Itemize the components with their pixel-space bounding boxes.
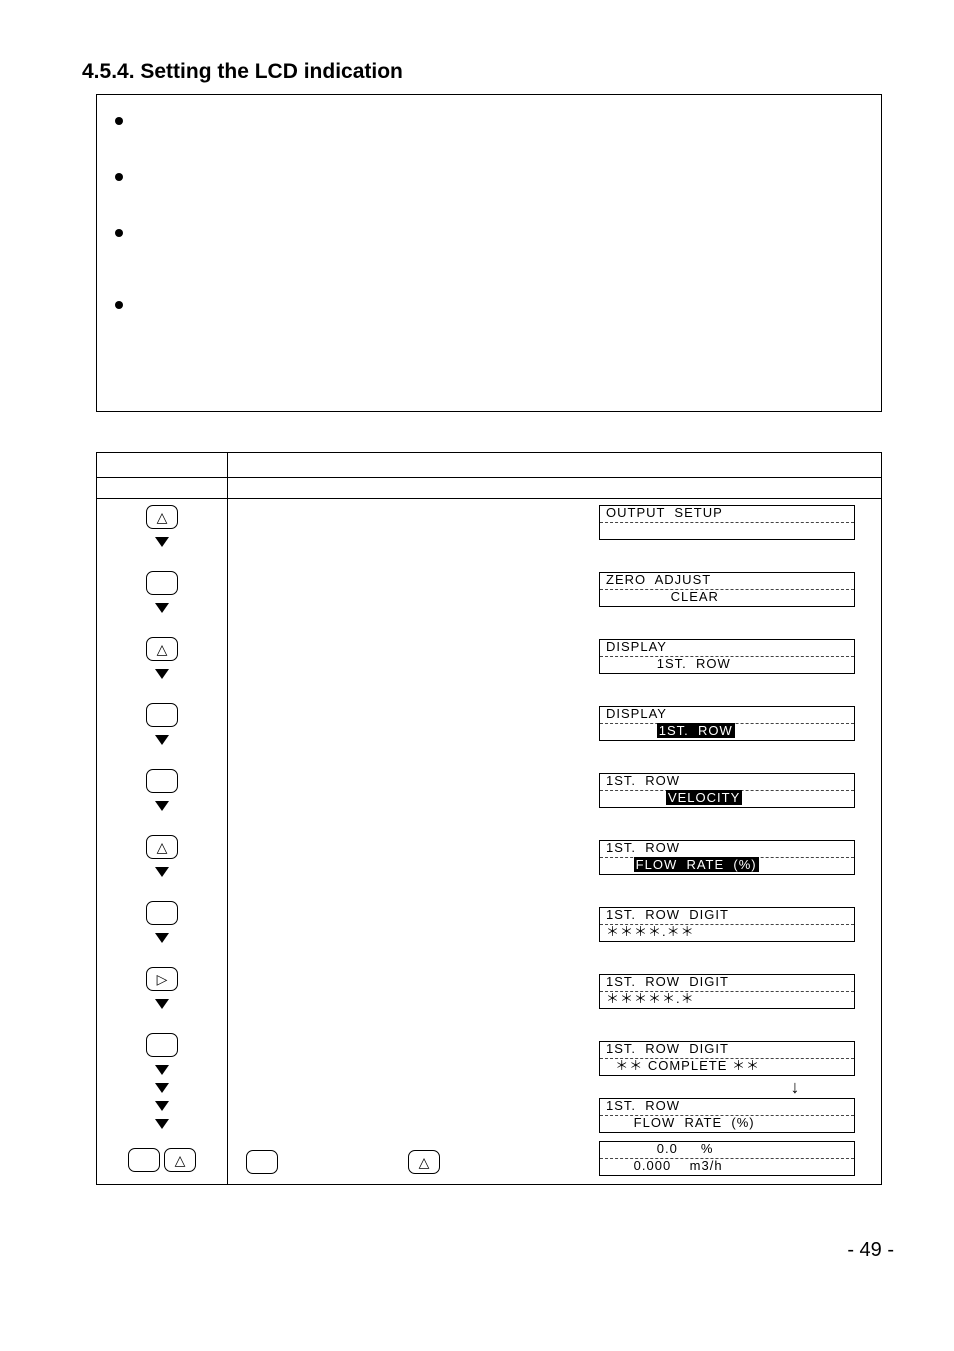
lcd-screen: 1ST. ROW FLOW RATE (%)	[599, 840, 855, 875]
enter-button[interactable]	[146, 1033, 178, 1057]
lcd-line-2: ＊＊＊＊.＊＊	[600, 925, 854, 941]
down-arrow-icon: ↓	[709, 1078, 881, 1096]
lcd-column: OUTPUT SETUP ZERO ADJUST CLEAR DISPLAY 1…	[599, 499, 881, 1184]
triangle-right-icon: ▷	[157, 971, 168, 988]
bullet	[115, 229, 123, 237]
lcd-line-1: 1ST. ROW	[600, 1099, 854, 1116]
lcd-line-2: FLOW RATE (%)	[600, 858, 854, 874]
triangle-up-icon: △	[419, 1154, 430, 1171]
lcd-screen: 1ST. ROW FLOW RATE (%)	[599, 1098, 855, 1133]
lcd-line-1: ZERO ADJUST	[600, 573, 854, 590]
lcd-screen: 1ST. ROW VELOCITY	[599, 773, 855, 808]
flow-arrow-icon	[155, 1101, 169, 1111]
lcd-line-2: CLEAR	[600, 590, 854, 606]
page-number: - 49 -	[82, 1239, 896, 1262]
lcd-screen: DISPLAY 1ST. ROW	[599, 639, 855, 674]
triangle-up-icon: △	[157, 641, 168, 658]
triangle-up-icon: △	[175, 1152, 186, 1169]
lcd-line-1: 1ST. ROW DIGIT	[600, 908, 854, 925]
triangle-up-icon: △	[157, 509, 168, 526]
lcd-line-1: 1ST. ROW DIGIT	[600, 1042, 854, 1059]
lcd-screen: 1ST. ROW DIGIT ＊＊＊＊.＊＊	[599, 907, 855, 942]
enter-button[interactable]	[146, 901, 178, 925]
lcd-line-1: 1ST. ROW	[600, 841, 854, 858]
flow-arrow-icon	[155, 735, 169, 745]
lcd-line-1: 0.0 %	[600, 1142, 854, 1159]
lcd-screen: DISPLAY 1ST. ROW	[599, 706, 855, 741]
lcd-line-2	[600, 523, 854, 539]
lcd-line-2: 1ST. ROW	[600, 724, 854, 740]
enter-button[interactable]	[146, 769, 178, 793]
lcd-screen: 1ST. ROW DIGIT ＊＊＊＊＊.＊	[599, 974, 855, 1009]
lcd-line-1: OUTPUT SETUP	[600, 506, 854, 523]
lcd-line-2: ＊＊ COMPLETE ＊＊	[600, 1059, 854, 1075]
flow-arrow-icon	[155, 603, 169, 613]
lcd-line-2: 0.000 m3/h	[600, 1159, 854, 1175]
key-column: △ △ △ ▷ △	[97, 499, 228, 1184]
flow-arrow-icon	[155, 867, 169, 877]
lcd-screen: 1ST. ROW DIGIT ＊＊ COMPLETE ＊＊	[599, 1041, 855, 1076]
flow-arrow-icon	[155, 537, 169, 547]
flow-arrow-icon	[155, 801, 169, 811]
flow-arrow-icon	[155, 933, 169, 943]
lcd-line-1: 1ST. ROW DIGIT	[600, 975, 854, 992]
lcd-screen: ZERO ADJUST CLEAR	[599, 572, 855, 607]
lcd-line-1: 1ST. ROW	[600, 774, 854, 791]
flow-arrow-icon	[155, 1119, 169, 1129]
lcd-line-2: ＊＊＊＊＊.＊	[600, 992, 854, 1008]
enter-button[interactable]	[246, 1150, 278, 1174]
up-button[interactable]: △	[408, 1150, 440, 1174]
lcd-line-1: DISPLAY	[600, 640, 854, 657]
flow-arrow-icon	[155, 1065, 169, 1075]
up-button[interactable]: △	[146, 505, 178, 529]
lcd-line-2: VELOCITY	[600, 791, 854, 807]
info-box	[96, 94, 882, 412]
lcd-line-2: FLOW RATE (%)	[600, 1116, 854, 1132]
flow-arrow-icon	[155, 1083, 169, 1093]
flow-arrow-icon	[155, 669, 169, 679]
bullet	[115, 301, 123, 309]
section-heading: 4.5.4. Setting the LCD indication	[82, 60, 896, 84]
enter-button[interactable]	[146, 703, 178, 727]
mid-column: △	[228, 499, 599, 1184]
flow-arrow-icon	[155, 999, 169, 1009]
lcd-line-2: 1ST. ROW	[600, 657, 854, 673]
up-button[interactable]: △	[146, 835, 178, 859]
enter-button[interactable]	[146, 571, 178, 595]
up-button[interactable]: △	[164, 1148, 196, 1172]
right-button[interactable]: ▷	[146, 967, 178, 991]
lcd-screen: 0.0 % 0.000 m3/h	[599, 1141, 855, 1176]
enter-button[interactable]	[128, 1148, 160, 1172]
triangle-up-icon: △	[157, 839, 168, 856]
procedure-table: △ △ △ ▷ △	[96, 452, 882, 1185]
bullet	[115, 117, 123, 125]
lcd-screen: OUTPUT SETUP	[599, 505, 855, 540]
bullet	[115, 173, 123, 181]
lcd-line-1: DISPLAY	[600, 707, 854, 724]
up-button[interactable]: △	[146, 637, 178, 661]
